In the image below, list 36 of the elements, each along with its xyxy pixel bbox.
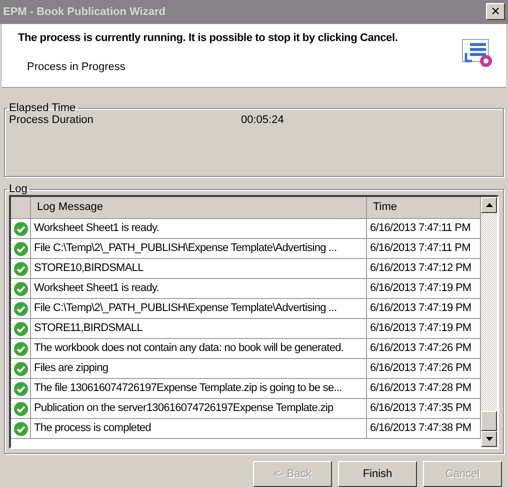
scroll-thumb[interactable] (481, 411, 497, 431)
table-cell: Worksheet Sheet1 is ready. (31, 219, 367, 238)
table-cell: STORE11,BIRDSMALL (31, 319, 367, 338)
table-cell: The file 130616074726197Expense Template.zip is going to be se... (31, 379, 367, 398)
table-cell: File C:\Temp\2\_PATH_PUBLISH\Expense Template\Advertising ... (31, 239, 367, 258)
table-cell: Worksheet Sheet1 is ready. (31, 279, 367, 298)
column-header[interactable]: Log Message (31, 197, 367, 218)
close-button[interactable]: × (486, 3, 505, 20)
check-icon (14, 282, 28, 296)
check-icon (14, 422, 28, 436)
status-text: Process in Progress (26, 60, 126, 73)
duration-label: Process Duration (9, 114, 94, 126)
window-title: EPM - Book Publication Wizard (3, 6, 166, 18)
check-icon (14, 342, 28, 356)
check-icon (14, 262, 28, 276)
check-icon (14, 362, 28, 376)
group-title: Elapsed Time (8, 102, 77, 114)
check-icon (14, 322, 28, 336)
up-arrow-icon[interactable] (486, 203, 492, 207)
check-icon (14, 302, 28, 316)
group-title: Log (8, 183, 28, 195)
check-icon (14, 402, 28, 416)
down-arrow-icon[interactable] (486, 437, 492, 441)
table-cell: The process is completed (31, 419, 367, 438)
table-cell: STORE10,BIRDSMALL (31, 259, 367, 278)
table-cell: The workbook does not contain any data: no book will be generated. (31, 339, 367, 358)
table-cell: File C:\Temp\2\_PATH_PUBLISH\Expense Template\Advertising ... (31, 299, 367, 318)
check-icon (14, 382, 28, 396)
duration-value: 00:05:24 (241, 114, 284, 126)
wizard-button[interactable]: Finish (338, 461, 417, 487)
check-icon (14, 222, 28, 236)
table-cell: Publication on the server130616074726197Expense Template.zip (31, 399, 367, 418)
table-cell: Files are zipping (31, 359, 367, 378)
header-message: The process is currently running. It is possible to stop it by clicking Cancel. (18, 32, 398, 44)
check-icon (14, 242, 28, 256)
table-gear-icon (462, 38, 494, 69)
